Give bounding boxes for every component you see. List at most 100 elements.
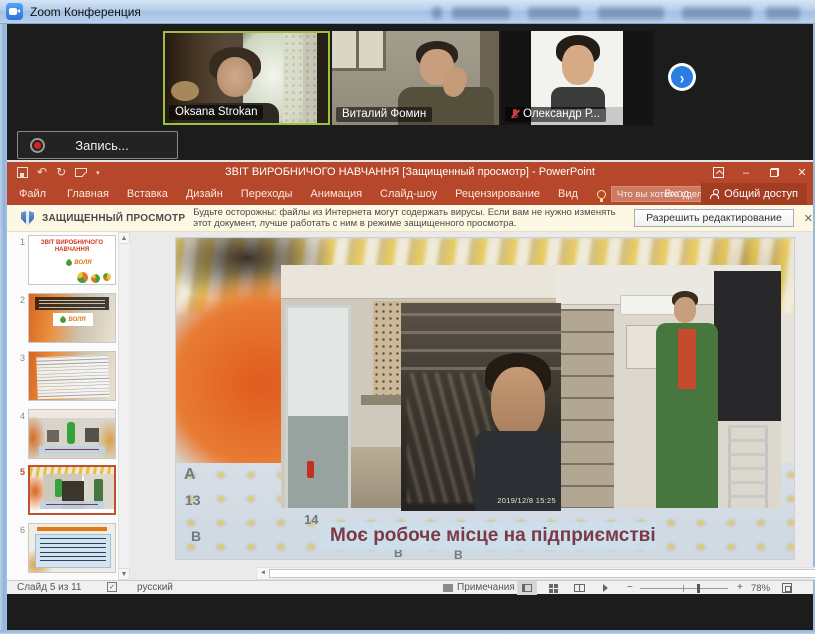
thumb-number: 2 <box>19 295 25 305</box>
zoom-camera-icon <box>6 3 23 20</box>
room-window <box>332 31 386 71</box>
photo-timestamp: 2019/12/8 15:25 <box>497 496 556 505</box>
video-background <box>317 33 328 123</box>
participant-video-oksana[interactable]: Oksana Strokan <box>163 31 330 125</box>
next-participants-button[interactable]: › <box>668 63 696 91</box>
slide-thumbnail-2[interactable]: ВОЛЯ <box>28 293 116 343</box>
slide-thumbnail-5-selected[interactable] <box>28 465 116 515</box>
tab-file[interactable]: Файл <box>7 183 58 205</box>
tab-insert[interactable]: Вставка <box>118 183 177 205</box>
slide-thumbnail-1[interactable]: ЗВІТ ВИРОБНИЧОГО НАВЧАННЯ ВОЛЯ <box>28 235 116 285</box>
participant-name-label: Oksana Strokan <box>169 105 264 120</box>
tab-home[interactable]: Главная <box>58 183 118 205</box>
participant-name: Oksana Strokan <box>175 106 258 118</box>
tab-review[interactable]: Рецензирование <box>446 183 549 205</box>
zoom-percentage[interactable]: 78% <box>751 583 770 594</box>
slide-thumbnail-6[interactable] <box>28 523 116 573</box>
enable-editing-button[interactable]: Разрешить редактирование <box>634 209 794 227</box>
close-button[interactable]: ✕ <box>795 166 809 180</box>
slideshow-view-button[interactable] <box>595 581 615 595</box>
tab-view[interactable]: Вид <box>549 183 587 205</box>
titlebar-blur-artifact <box>528 7 580 19</box>
ribbon-display-options-button[interactable] <box>711 166 725 180</box>
thumb4-desk <box>47 430 59 442</box>
tab-animations[interactable]: Анимация <box>301 183 371 205</box>
share-label: Общий доступ <box>724 188 798 200</box>
participant-name-label: Виталий Фомин <box>336 107 433 122</box>
thumb1-title: ЗВІТ ВИРОБНИЧОГО НАВЧАННЯ <box>40 240 104 253</box>
panel-label: A <box>184 466 196 483</box>
thumb-number: 1 <box>19 237 25 247</box>
thumbnail-scrollbar[interactable]: ▲ ▼ <box>118 232 130 580</box>
scroll-down-icon[interactable]: ▼ <box>118 568 130 580</box>
slide-thumbnail-4[interactable] <box>28 409 116 459</box>
horizontal-scrollbar[interactable]: ◄ ► <box>256 567 815 580</box>
minimize-button[interactable]: – <box>739 166 753 180</box>
titlebar-blur-artifact <box>598 7 664 19</box>
slide-caption-text: Моє робоче місце на підприємстві <box>330 525 656 546</box>
pie-chart-decoration <box>91 274 100 283</box>
restore-button[interactable] <box>767 166 781 180</box>
record-button[interactable]: Запись... <box>17 131 178 159</box>
ppt-titlebar[interactable]: ↶ ↻ ▾ ЗВІТ ВИРОБНИЧОГО НАВЧАННЯ [Защищен… <box>7 162 813 183</box>
dismiss-warning-icon[interactable]: ✕ <box>804 212 813 225</box>
titlebar-blur-artifact <box>452 7 510 19</box>
cat-shape <box>171 81 199 101</box>
zoom-titlebar[interactable]: Zoom Конференция <box>0 0 815 24</box>
language-indicator[interactable]: русский <box>137 582 173 593</box>
zoom-out-button[interactable]: − <box>627 582 633 593</box>
participant-name-label: Олександр Р... <box>505 107 606 122</box>
notes-label: Примечания <box>457 582 515 593</box>
pie-chart-decoration <box>103 273 111 281</box>
zoom-conference-window: Zoom Конференция Oksana Strokan Виталий … <box>0 0 815 634</box>
tab-transitions[interactable]: Переходы <box>232 183 302 205</box>
scroll-up-icon[interactable]: ▲ <box>118 232 130 244</box>
dark-cabinet <box>714 271 781 421</box>
person-body <box>551 87 605 109</box>
slide-sorter-view-button[interactable] <box>543 581 563 595</box>
slide-editing-area: A 13 B A 14 B B <box>130 232 815 580</box>
share-button[interactable]: Общий доступ <box>701 183 807 205</box>
record-label: Запись... <box>75 137 129 153</box>
notes-toggle[interactable]: Примечания <box>443 582 515 593</box>
participant-video-vitaliy[interactable]: Виталий Фомин <box>332 31 499 125</box>
scroll-left-icon[interactable]: ◄ <box>257 568 269 579</box>
shelves <box>556 309 614 508</box>
protected-view-bar: ЗАЩИЩЕННЫЙ ПРОСМОТР Будьте осторожны: фа… <box>7 205 813 232</box>
panel-label: 14 <box>304 512 319 527</box>
zoom-in-button[interactable]: + <box>737 582 743 593</box>
pie-chart-decoration <box>77 272 88 283</box>
window-title: Zoom Конференция <box>30 5 141 19</box>
chevron-right-icon: › <box>671 66 693 88</box>
spell-check-icon[interactable]: ✓ <box>107 582 117 592</box>
camera-lens <box>17 9 20 13</box>
zoom-slider-thumb[interactable] <box>697 584 700 593</box>
record-icon <box>30 137 45 153</box>
thumb5-caption <box>40 501 104 509</box>
fire-extinguisher <box>307 461 314 478</box>
zoom-slider-track[interactable] <box>640 588 728 589</box>
thumb-number: 6 <box>19 525 25 535</box>
ppt-window-title: ЗВІТ ВИРОБНИЧОГО НАВЧАННЯ [Защищенный пр… <box>225 166 595 178</box>
thumb6-title-bar <box>37 527 107 531</box>
normal-view-button[interactable] <box>517 581 537 595</box>
person-shirt <box>678 329 696 389</box>
participant-name: Виталий Фомин <box>342 108 427 120</box>
sign-in-button[interactable]: Вход <box>664 188 689 200</box>
zoom-slider-midpoint <box>683 585 684 592</box>
titlebar-blur-artifact <box>682 7 752 19</box>
person-face <box>491 367 545 439</box>
volya-logo: ВОЛЯ <box>53 313 93 326</box>
tab-slideshow[interactable]: Слайд-шоу <box>371 183 446 205</box>
slide-thumbnail-3[interactable] <box>28 351 116 401</box>
panel-label: B <box>191 528 202 544</box>
tab-design[interactable]: Дизайн <box>177 183 232 205</box>
camera-body <box>9 8 17 15</box>
curtain <box>283 33 317 123</box>
thumb-number: 3 <box>19 353 25 363</box>
participant-video-oleksandr[interactable]: Олександр Р... <box>501 31 653 125</box>
thumb4-person <box>67 422 75 444</box>
reading-view-button[interactable] <box>569 581 589 595</box>
fit-to-window-button[interactable] <box>782 583 792 593</box>
horizontal-scroll-thumb[interactable] <box>269 569 815 578</box>
